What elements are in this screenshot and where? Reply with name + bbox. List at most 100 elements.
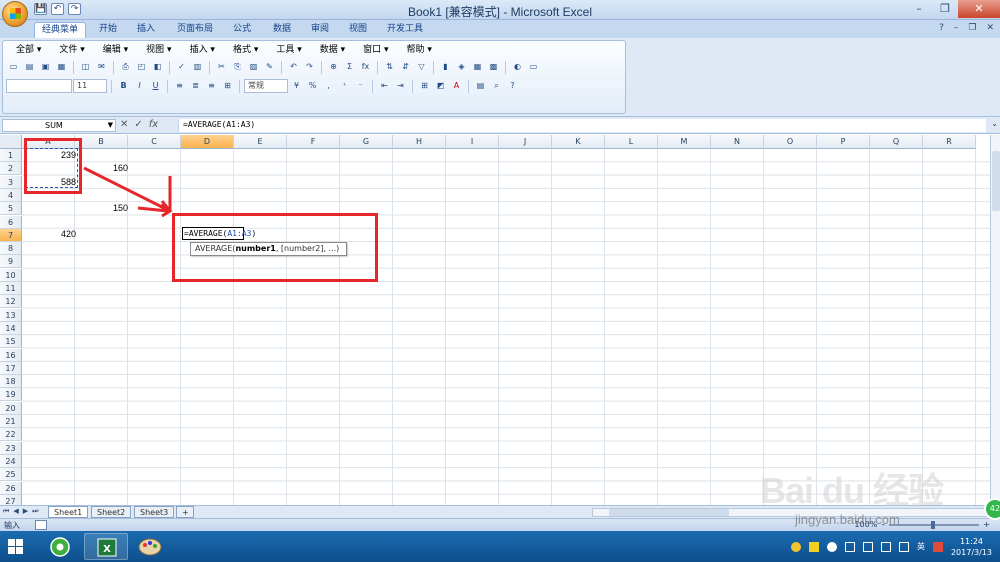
comma-icon[interactable]: , (321, 79, 336, 93)
row-header-16[interactable]: 16 (0, 348, 22, 362)
row-header-21[interactable]: 21 (0, 415, 22, 428)
row-header-8[interactable]: 8 (0, 242, 22, 256)
column-header-K[interactable]: K (552, 135, 605, 149)
column-header-I[interactable]: I (446, 135, 499, 149)
redo-icon[interactable]: ↷ (302, 60, 317, 74)
menu-insert[interactable]: 插入 ▾ (181, 44, 224, 56)
row-header-12[interactable]: 12 (0, 295, 22, 309)
row-header-2[interactable]: 2 (0, 162, 22, 176)
row-header-14[interactable]: 14 (0, 321, 22, 335)
decrease-decimal-icon[interactable]: ⁻ (353, 79, 368, 93)
column-header-N[interactable]: N (711, 135, 764, 149)
zoom-slider[interactable] (889, 520, 980, 529)
cut-icon[interactable]: ✂ (214, 60, 229, 74)
styles-icon[interactable]: ▤ (473, 79, 488, 93)
clock[interactable]: 11:24 2017/3/13 (951, 536, 992, 558)
tab-page-layout[interactable]: 页面布局 (170, 22, 220, 38)
open-icon[interactable]: ▤ (22, 60, 37, 74)
display-icon[interactable] (862, 541, 873, 552)
align-center-icon[interactable]: ≣ (188, 79, 203, 93)
tab-view[interactable]: 视图 (342, 22, 374, 38)
insert-function-icon[interactable]: fx (358, 60, 373, 74)
permission-icon[interactable]: ◫ (78, 60, 93, 74)
menu-help[interactable]: 帮助 ▾ (398, 44, 441, 56)
menu-view[interactable]: 视图 ▾ (137, 44, 180, 56)
window-icon[interactable]: ▭ (526, 60, 541, 74)
column-header-O[interactable]: O (764, 135, 817, 149)
row-header-25[interactable]: 25 (0, 468, 22, 482)
battery-icon[interactable] (898, 541, 909, 552)
column-header-D[interactable]: D (181, 135, 234, 149)
number-format-combo[interactable]: 常规 (244, 79, 288, 93)
undo-icon[interactable]: ↶ (286, 60, 301, 74)
expand-formula-bar-icon[interactable]: ⌄ (991, 119, 998, 128)
cell-A7[interactable]: 420 (22, 228, 79, 241)
align-right-icon[interactable]: ≡ (204, 79, 219, 93)
column-header-G[interactable]: G (340, 135, 393, 149)
windows-start-icon[interactable] (8, 539, 24, 555)
row-header-19[interactable]: 19 (0, 388, 22, 402)
font-name-combo[interactable] (6, 79, 72, 93)
close-button[interactable]: ✕ (958, 0, 1000, 18)
sheet-tab-3[interactable]: Sheet3 (134, 506, 175, 518)
qq-icon[interactable] (790, 541, 801, 552)
column-header-F[interactable]: F (287, 135, 340, 149)
cell-area[interactable] (22, 149, 1000, 505)
borders-icon[interactable]: ⊞ (417, 79, 432, 93)
bold-button[interactable]: B (116, 79, 131, 93)
column-header-M[interactable]: M (658, 135, 711, 149)
spelling-icon[interactable]: ✓ (174, 60, 189, 74)
volume-icon[interactable] (880, 541, 891, 552)
row-header-13[interactable]: 13 (0, 308, 22, 322)
excel-taskbar-icon[interactable]: X (84, 533, 128, 560)
column-header-C[interactable]: C (128, 135, 181, 149)
menu-format[interactable]: 格式 ▾ (224, 44, 267, 56)
print-preview-icon[interactable]: ◰ (134, 60, 149, 74)
formula-input[interactable]: =AVERAGE(A1:A3) (178, 119, 986, 132)
row-header-15[interactable]: 15 (0, 335, 22, 349)
ribbon-restore-icon[interactable]: ❐ (968, 23, 976, 33)
row-header-9[interactable]: 9 (0, 255, 22, 269)
cell-B5[interactable]: 150 (75, 202, 131, 215)
increase-decimal-icon[interactable]: ⁺ (337, 79, 352, 93)
zoom-icon[interactable]: ▦ (470, 60, 485, 74)
save-icon[interactable]: ▣ (38, 60, 53, 74)
ribbon-close-icon[interactable]: ✕ (986, 23, 994, 33)
first-sheet-icon[interactable]: ⏮ (3, 507, 9, 516)
horizontal-scroll-thumb[interactable] (609, 509, 729, 516)
research-icon[interactable]: ◧ (150, 60, 165, 74)
tab-developer[interactable]: 开发工具 (380, 22, 430, 38)
minimize-button[interactable]: – (906, 0, 932, 18)
drawing-icon[interactable]: ◈ (454, 60, 469, 74)
font-color-icon[interactable]: A (449, 79, 464, 93)
tab-insert[interactable]: 插入 (130, 22, 162, 38)
insert-function-button[interactable]: fx (149, 118, 158, 132)
column-header-B[interactable]: B (75, 135, 128, 149)
column-header-Q[interactable]: Q (870, 135, 923, 149)
copy-icon[interactable]: ⎘ (230, 60, 245, 74)
row-header-4[interactable]: 4 (0, 188, 22, 202)
column-header-J[interactable]: J (499, 135, 552, 149)
browser-taskbar-icon[interactable] (38, 533, 82, 560)
zoom-in-icon[interactable]: + (983, 520, 990, 529)
row-header-17[interactable]: 17 (0, 361, 22, 375)
excel-icon[interactable]: ▦ (54, 60, 69, 74)
insert-sheet-icon[interactable]: + (176, 506, 194, 518)
zoom-knob[interactable] (931, 520, 936, 529)
row-header-20[interactable]: 20 (0, 401, 22, 415)
menu-data[interactable]: 数据 ▾ (311, 44, 354, 56)
sort-ascending-icon[interactable]: ⇅ (382, 60, 397, 74)
sheet-tab-1[interactable]: Sheet1 (48, 506, 89, 518)
row-header-24[interactable]: 24 (0, 454, 22, 468)
thesaurus-icon[interactable]: ▥ (190, 60, 205, 74)
row-header-26[interactable]: 26 (0, 481, 22, 495)
menu-window[interactable]: 窗口 ▾ (354, 44, 397, 56)
macro-record-icon[interactable] (35, 520, 47, 530)
hyperlink-icon[interactable]: ⊕ (326, 60, 341, 74)
row-header-3[interactable]: 3 (0, 175, 22, 189)
maximize-button[interactable]: ❐ (932, 0, 958, 18)
cell-B2[interactable]: 160 (75, 162, 131, 175)
security-icon[interactable] (808, 541, 819, 552)
italic-button[interactable]: I (132, 79, 147, 93)
align-left-icon[interactable]: ≡ (172, 79, 187, 93)
